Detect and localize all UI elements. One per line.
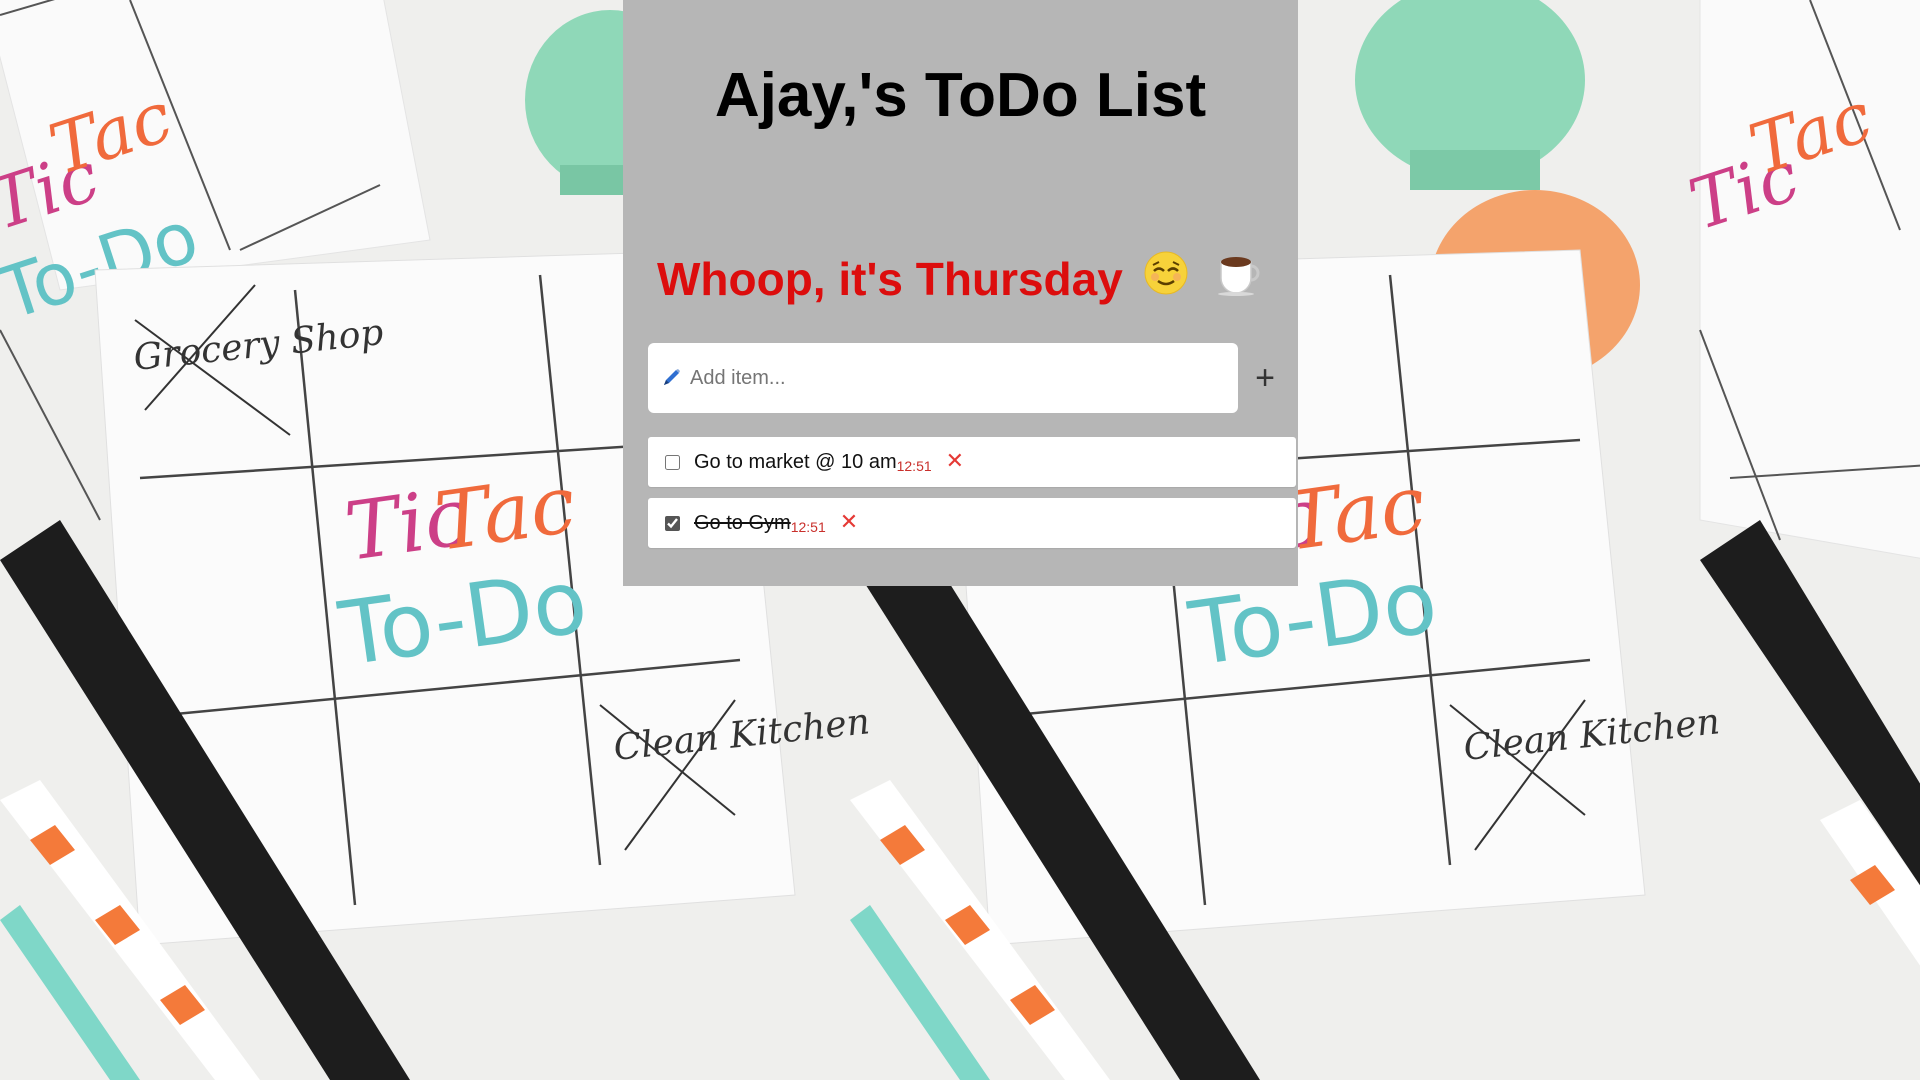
page-title: Ajay,'s ToDo List xyxy=(714,61,1207,130)
todo-checkbox[interactable] xyxy=(665,515,680,531)
greeting-text: Whoop, it's Thursday xyxy=(657,252,1123,305)
todo-checkbox[interactable] xyxy=(665,454,680,470)
add-item-row: + xyxy=(648,343,1288,413)
todo-text: Go to Gym xyxy=(694,511,791,534)
add-item-input[interactable] xyxy=(690,358,1220,398)
relieved-face-icon xyxy=(1143,250,1189,307)
todo-item: Go to market @ 10 am 12:51 ✕ xyxy=(648,437,1296,487)
add-item-field xyxy=(648,343,1238,413)
todo-time: 12:51 xyxy=(896,458,932,474)
todo-panel: Ajay,'s ToDo List Whoop, it's Thursday A… xyxy=(623,0,1298,586)
delete-button[interactable]: ✕ xyxy=(840,512,858,534)
coffee-icon xyxy=(1215,250,1263,307)
add-item-button[interactable]: + xyxy=(1245,353,1285,403)
todo-time: 12:51 xyxy=(790,519,826,535)
todo-text: Go to market @ 10 am xyxy=(694,450,897,473)
day-greeting: Whoop, it's Thursday xyxy=(657,250,1263,307)
todo-item: Go to Gym 12:51 ✕ xyxy=(648,498,1296,548)
delete-button[interactable]: ✕ xyxy=(946,451,964,473)
pen-icon xyxy=(660,367,682,389)
todo-list: Go to market @ 10 am 12:51 ✕ Go to Gym 1… xyxy=(648,437,1296,559)
